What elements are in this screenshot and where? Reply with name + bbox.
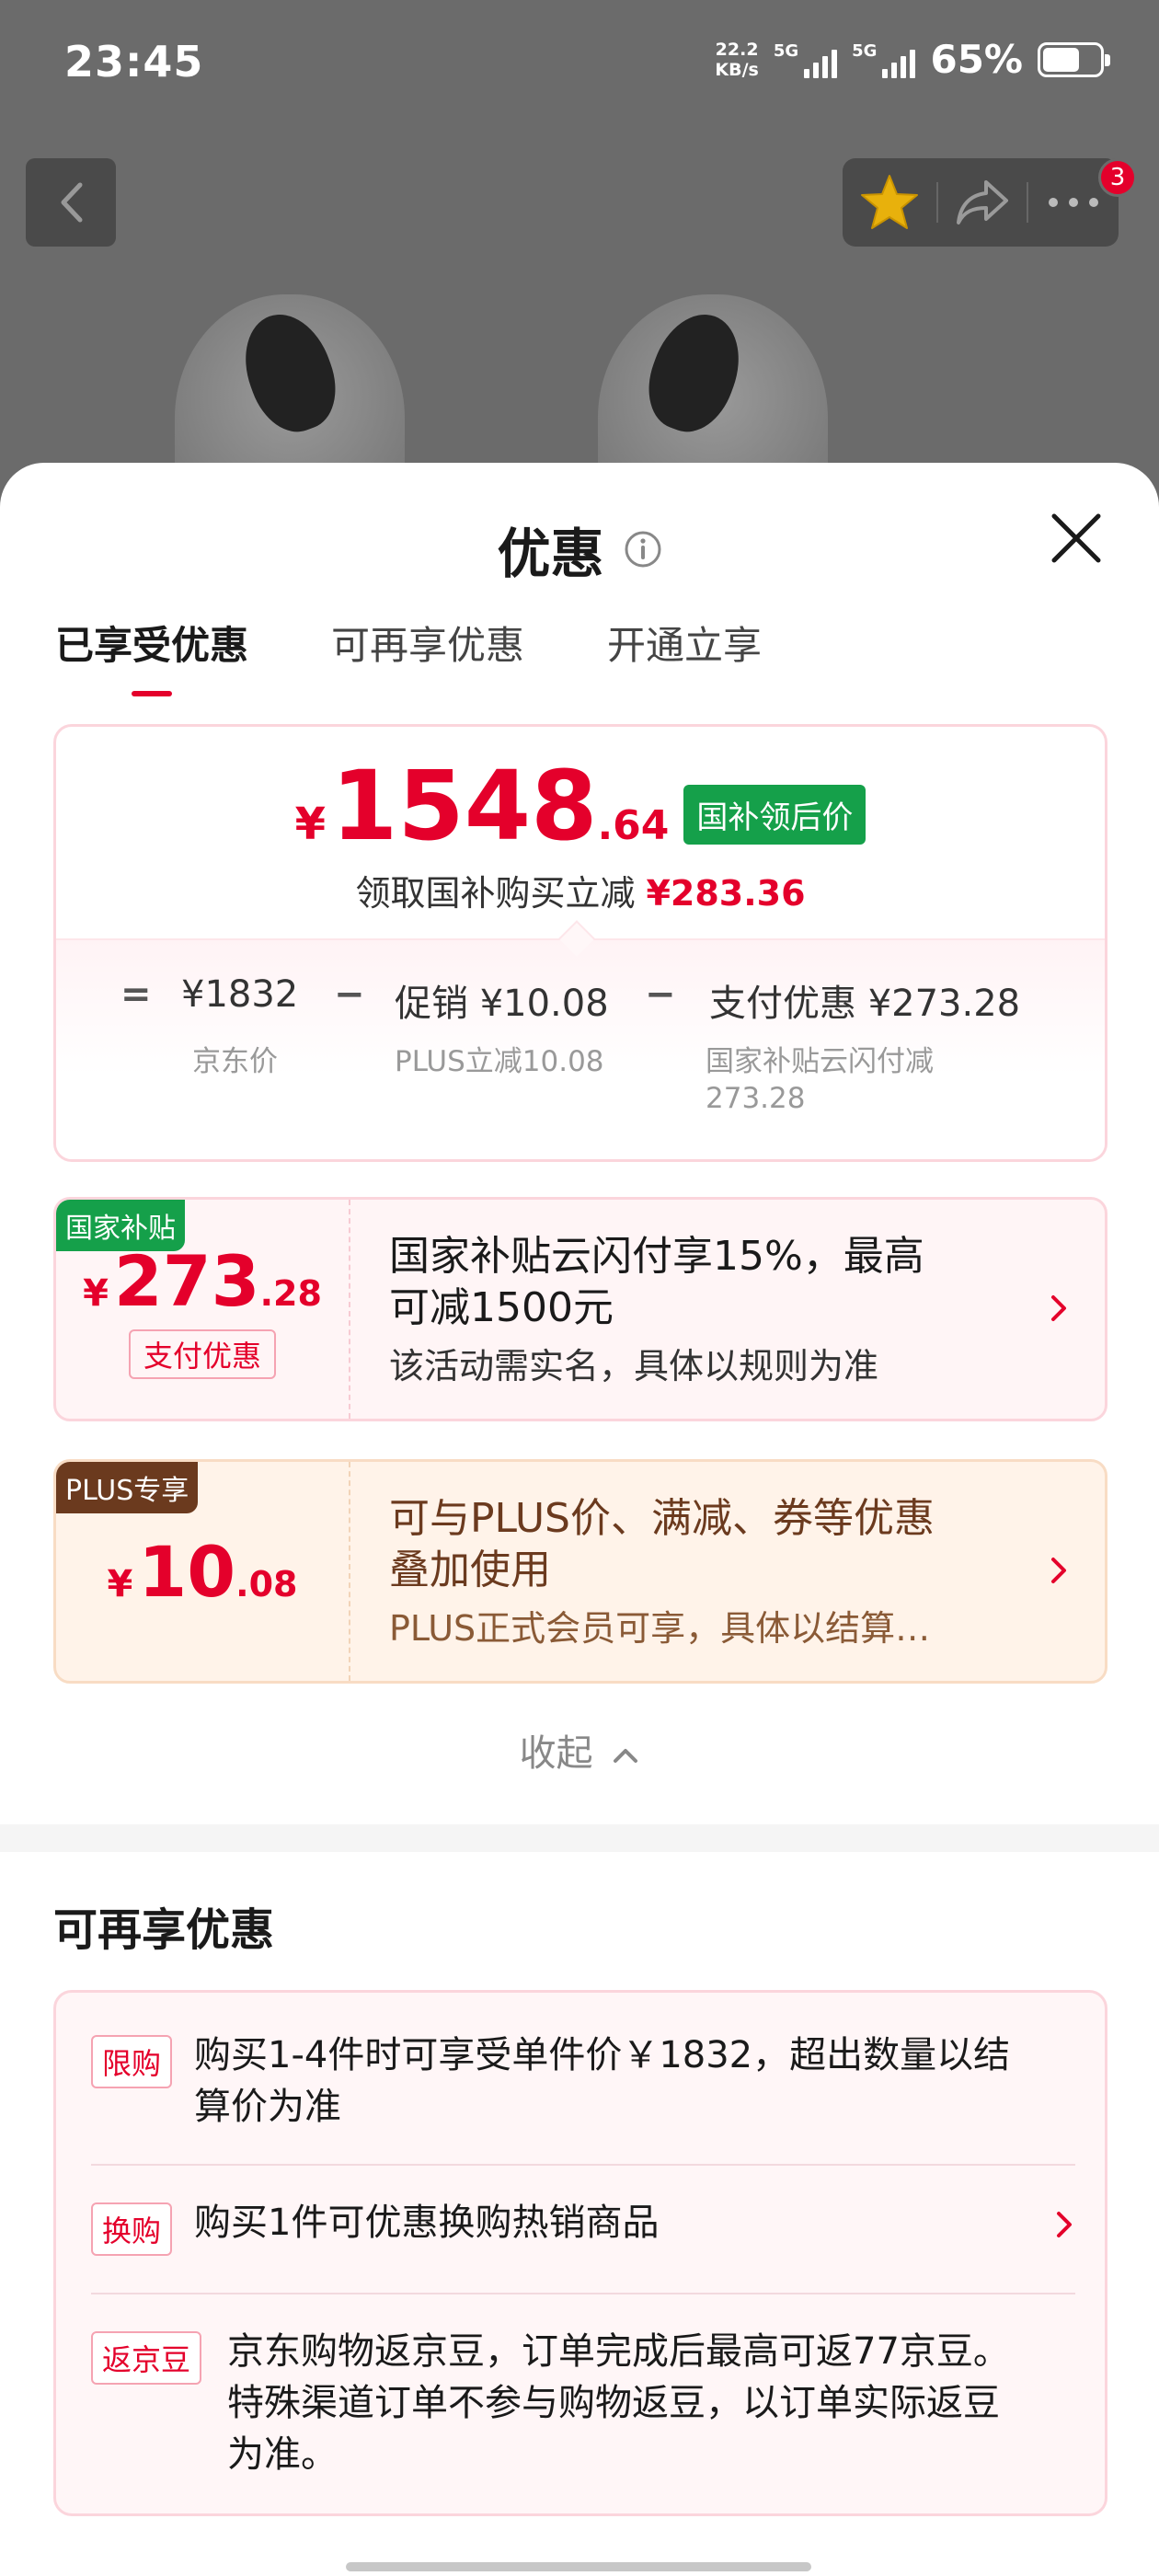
tab-enjoyed[interactable]: 已享受优惠 — [55, 615, 248, 696]
sim2-label: 5G — [852, 40, 878, 61]
jd-price-label: 京东价 — [192, 1045, 278, 1078]
currency-symbol: ¥ — [107, 1562, 133, 1605]
benefit-note: PLUS正式会员可享，具体以结算… — [389, 1607, 931, 1649]
reduce-line: 领取国补购买立减 ¥283.36 — [56, 865, 1105, 915]
final-price: ¥ 1548 .64 国补领后价 — [56, 750, 1105, 862]
benefit-amount-decimal: .28 — [259, 1272, 322, 1314]
currency-symbol: ¥ — [294, 799, 326, 850]
benefit-amount-integer: 10 — [138, 1530, 236, 1613]
benefit-desc-line2: 叠加使用 — [389, 1546, 551, 1593]
section-divider — [0, 1824, 1159, 1852]
divider — [935, 182, 938, 223]
offer-item-limit: 限购 购买1-4件时可享受单件价￥1832，超出数量以结 算价为准 — [91, 2030, 1075, 2131]
price-breakdown: = ¥1832 京东价 − 促销 ¥10.08 PLUS立减10.08 − 支付… — [56, 938, 1105, 1159]
offer-text-line1: 购买1件可优惠换购热销商品 — [194, 2202, 660, 2244]
pay-discount-label-1: 国家补贴云闪付减 — [706, 1045, 934, 1078]
net-speed: 22.2 KB/s — [715, 40, 758, 80]
offer-item-jingdou: 返京豆 京东购物返京豆，订单完成后最高可返77京豆。 特殊渠道订单不参与购物返豆… — [91, 2326, 1075, 2491]
signal-2-icon: 5G — [852, 40, 916, 78]
benefit-card-subsidy[interactable]: 国家补贴 ¥ 273 .28 支付优惠 国家补贴云闪付享15%，最高 可减150… — [53, 1197, 1107, 1421]
equals-sign: = — [120, 973, 152, 1016]
product-backdrop: 23:45 22.2 KB/s 5G 5G 65% 3 — [0, 0, 1159, 552]
star-icon[interactable] — [860, 174, 919, 231]
tab-more-available[interactable]: 可再享优惠 — [331, 615, 524, 696]
chevron-right-icon — [1051, 1295, 1066, 1321]
action-pill — [843, 158, 1119, 247]
final-price-integer: 1548 — [331, 750, 598, 862]
more-offers-card: 限购 购买1-4件时可享受单件价￥1832，超出数量以结 算价为准 换购 购买1… — [53, 1990, 1107, 2516]
minus-sign: − — [334, 973, 365, 1016]
benefit-amount: ¥ 273 .28 — [83, 1240, 322, 1322]
divider — [1027, 182, 1029, 223]
offer-item-exchange[interactable]: 换购 购买1件可优惠换购热销商品 — [91, 2197, 1075, 2261]
share-icon[interactable] — [955, 178, 1010, 226]
pay-discount: 支付优惠 ¥273.28 — [709, 983, 1021, 1025]
divider — [91, 2293, 1075, 2294]
pay-discount-label-2: 273.28 — [706, 1082, 806, 1115]
more-offers-title: 可再享优惠 — [53, 1904, 275, 1956]
minus-sign: − — [645, 973, 676, 1016]
sim1-label: 5G — [773, 40, 799, 61]
subsidy-price-badge: 国补领后价 — [683, 785, 866, 845]
tab-activate[interactable]: 开通立享 — [607, 615, 762, 696]
benefit-desc-line1: 可与PLUS价、满减、券等优惠 — [389, 1494, 935, 1542]
net-speed-value: 22.2 — [715, 39, 759, 60]
reduce-amount: ¥283.36 — [646, 873, 806, 914]
sheet-title: 优惠 — [497, 523, 604, 585]
chevron-right-icon — [1057, 2212, 1072, 2237]
benefit-note: 该活动需实名，具体以规则为准 — [389, 1345, 879, 1386]
more-icon[interactable] — [1046, 195, 1101, 210]
info-icon[interactable] — [624, 530, 662, 569]
benefit-amount-decimal: .08 — [235, 1563, 298, 1604]
collapse-button[interactable]: 收起 — [0, 1723, 1159, 1777]
close-icon[interactable] — [1047, 509, 1106, 568]
battery-icon — [1038, 41, 1110, 77]
battery-percent: 65% — [930, 37, 1023, 82]
offer-text-line2: 算价为准 — [194, 2086, 341, 2128]
benefit-card-plus[interactable]: PLUS专享 ¥ 10 .08 可与PLUS价、满减、券等优惠 叠加使用 PLU… — [53, 1459, 1107, 1684]
price-summary-card: ¥ 1548 .64 国补领后价 领取国补购买立减 ¥283.36 = ¥1832… — [53, 724, 1107, 1162]
back-button[interactable] — [26, 158, 116, 247]
chevron-left-icon — [61, 182, 83, 223]
benefit-desc-line1: 国家补贴云闪付享15%，最高 — [389, 1232, 924, 1280]
offer-label: 返京豆 — [91, 2331, 202, 2385]
benefit-desc-line2: 可减1500元 — [389, 1283, 614, 1331]
offer-text-line2: 特殊渠道订单不参与购物返豆，以订单实际返豆 — [227, 2382, 1000, 2424]
net-speed-unit: KB/s — [715, 59, 759, 80]
status-bar: 23:45 22.2 KB/s 5G 5G 65% — [0, 0, 1159, 129]
offer-text-line3: 为准。 — [227, 2433, 338, 2476]
status-time: 23:45 — [64, 37, 204, 86]
discount-sheet: 优惠 已享受优惠 可再享优惠 开通立享 ¥ 1548 .64 国补领后价 领取国… — [0, 463, 1159, 2576]
benefit-type-tag: 支付优惠 — [128, 1328, 276, 1379]
promo-amount: 促销 ¥10.08 — [395, 983, 609, 1025]
chevron-right-icon — [1051, 1558, 1066, 1583]
reduce-label: 领取国补购买立减 — [355, 873, 636, 914]
promo-label: PLUS立减10.08 — [395, 1045, 604, 1078]
signal-1-icon: 5G — [773, 40, 838, 78]
divider — [91, 2164, 1075, 2166]
more-badge: 3 — [1098, 158, 1137, 197]
collapse-label: 收起 — [519, 1732, 593, 1775]
offer-text-line1: 京东购物返京豆，订单完成后最高可返77京豆。 — [227, 2330, 1010, 2373]
benefit-amount-integer: 273 — [113, 1239, 260, 1322]
offer-text-line1: 购买1-4件时可享受单件价￥1832，超出数量以结 — [194, 2034, 1011, 2076]
final-price-decimal: .64 — [597, 802, 670, 849]
jd-price: ¥1832 — [181, 973, 299, 1016]
chevron-up-icon — [614, 1749, 638, 1763]
offer-label: 换购 — [91, 2202, 173, 2256]
home-indicator — [346, 2562, 811, 2571]
tab-bar: 已享受优惠 可再享优惠 开通立享 — [55, 615, 762, 696]
offer-label: 限购 — [91, 2035, 173, 2088]
currency-symbol: ¥ — [83, 1271, 109, 1315]
benefit-amount: ¥ 10 .08 — [108, 1531, 298, 1613]
